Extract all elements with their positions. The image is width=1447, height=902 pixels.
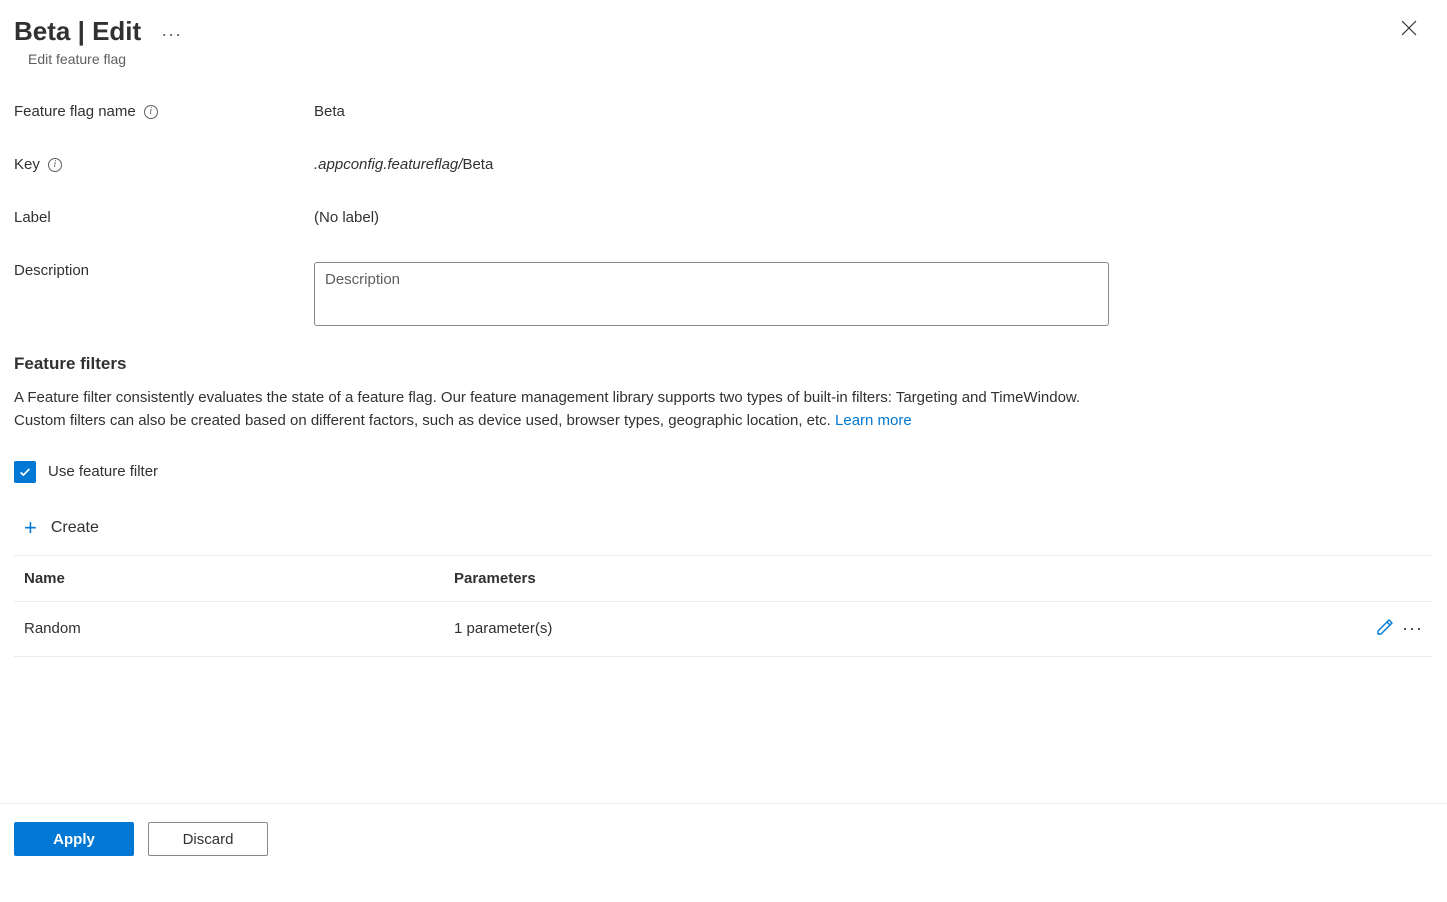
description-input[interactable] xyxy=(314,262,1109,326)
close-button[interactable] xyxy=(1391,16,1427,44)
page-header: Beta | Edit ··· Edit feature flag xyxy=(0,0,1447,67)
page-title: Beta | Edit xyxy=(14,16,141,47)
name-label: Feature flag name xyxy=(14,103,136,120)
footer: Apply Discard xyxy=(0,803,1447,856)
field-description-row: Description xyxy=(14,262,1433,326)
plus-icon: + xyxy=(24,517,37,539)
filters-section-title: Feature filters xyxy=(0,350,1447,384)
more-actions-icon[interactable]: ··· xyxy=(155,24,188,45)
page-subtitle: Edit feature flag xyxy=(14,47,188,67)
use-filter-checkbox[interactable] xyxy=(14,461,36,483)
learn-more-link[interactable]: Learn more xyxy=(835,412,912,429)
field-label-row: Label (No label) xyxy=(14,209,1433,226)
table-header: Name Parameters xyxy=(14,556,1433,602)
table-row: Random 1 parameter(s) ··· xyxy=(14,602,1433,657)
row-more-icon[interactable]: ··· xyxy=(1402,618,1423,639)
create-filter-button[interactable]: + Create xyxy=(0,483,1447,555)
description-label: Description xyxy=(14,262,89,279)
use-filter-checkbox-row: Use feature filter xyxy=(0,433,1447,483)
col-header-params: Parameters xyxy=(434,570,1343,587)
field-name-row: Feature flag name i Beta xyxy=(14,103,1433,120)
close-icon xyxy=(1401,20,1417,36)
name-value: Beta xyxy=(314,103,345,120)
filter-name: Random xyxy=(24,620,434,637)
apply-button[interactable]: Apply xyxy=(14,822,134,856)
info-icon[interactable]: i xyxy=(48,158,62,172)
field-key-row: Key i .appconfig.featureflag/Beta xyxy=(14,156,1433,173)
form-area: Feature flag name i Beta Key i .appconfi… xyxy=(0,67,1447,326)
col-header-name: Name xyxy=(24,570,434,587)
filter-params: 1 parameter(s) xyxy=(434,620,1343,637)
use-filter-label: Use feature filter xyxy=(48,463,158,480)
edit-filter-button[interactable] xyxy=(1376,618,1394,640)
filters-description: A Feature filter consistently evaluates … xyxy=(0,384,1120,433)
key-label: Key xyxy=(14,156,40,173)
filters-table: Name Parameters Random 1 parameter(s) ··… xyxy=(14,555,1433,657)
key-value: .appconfig.featureflag/Beta xyxy=(314,156,493,173)
label-label: Label xyxy=(14,209,51,226)
checkmark-icon xyxy=(18,465,32,479)
label-value: (No label) xyxy=(314,209,379,226)
discard-button[interactable]: Discard xyxy=(148,822,268,856)
pencil-icon xyxy=(1376,618,1394,636)
info-icon[interactable]: i xyxy=(144,105,158,119)
create-label: Create xyxy=(51,519,99,537)
